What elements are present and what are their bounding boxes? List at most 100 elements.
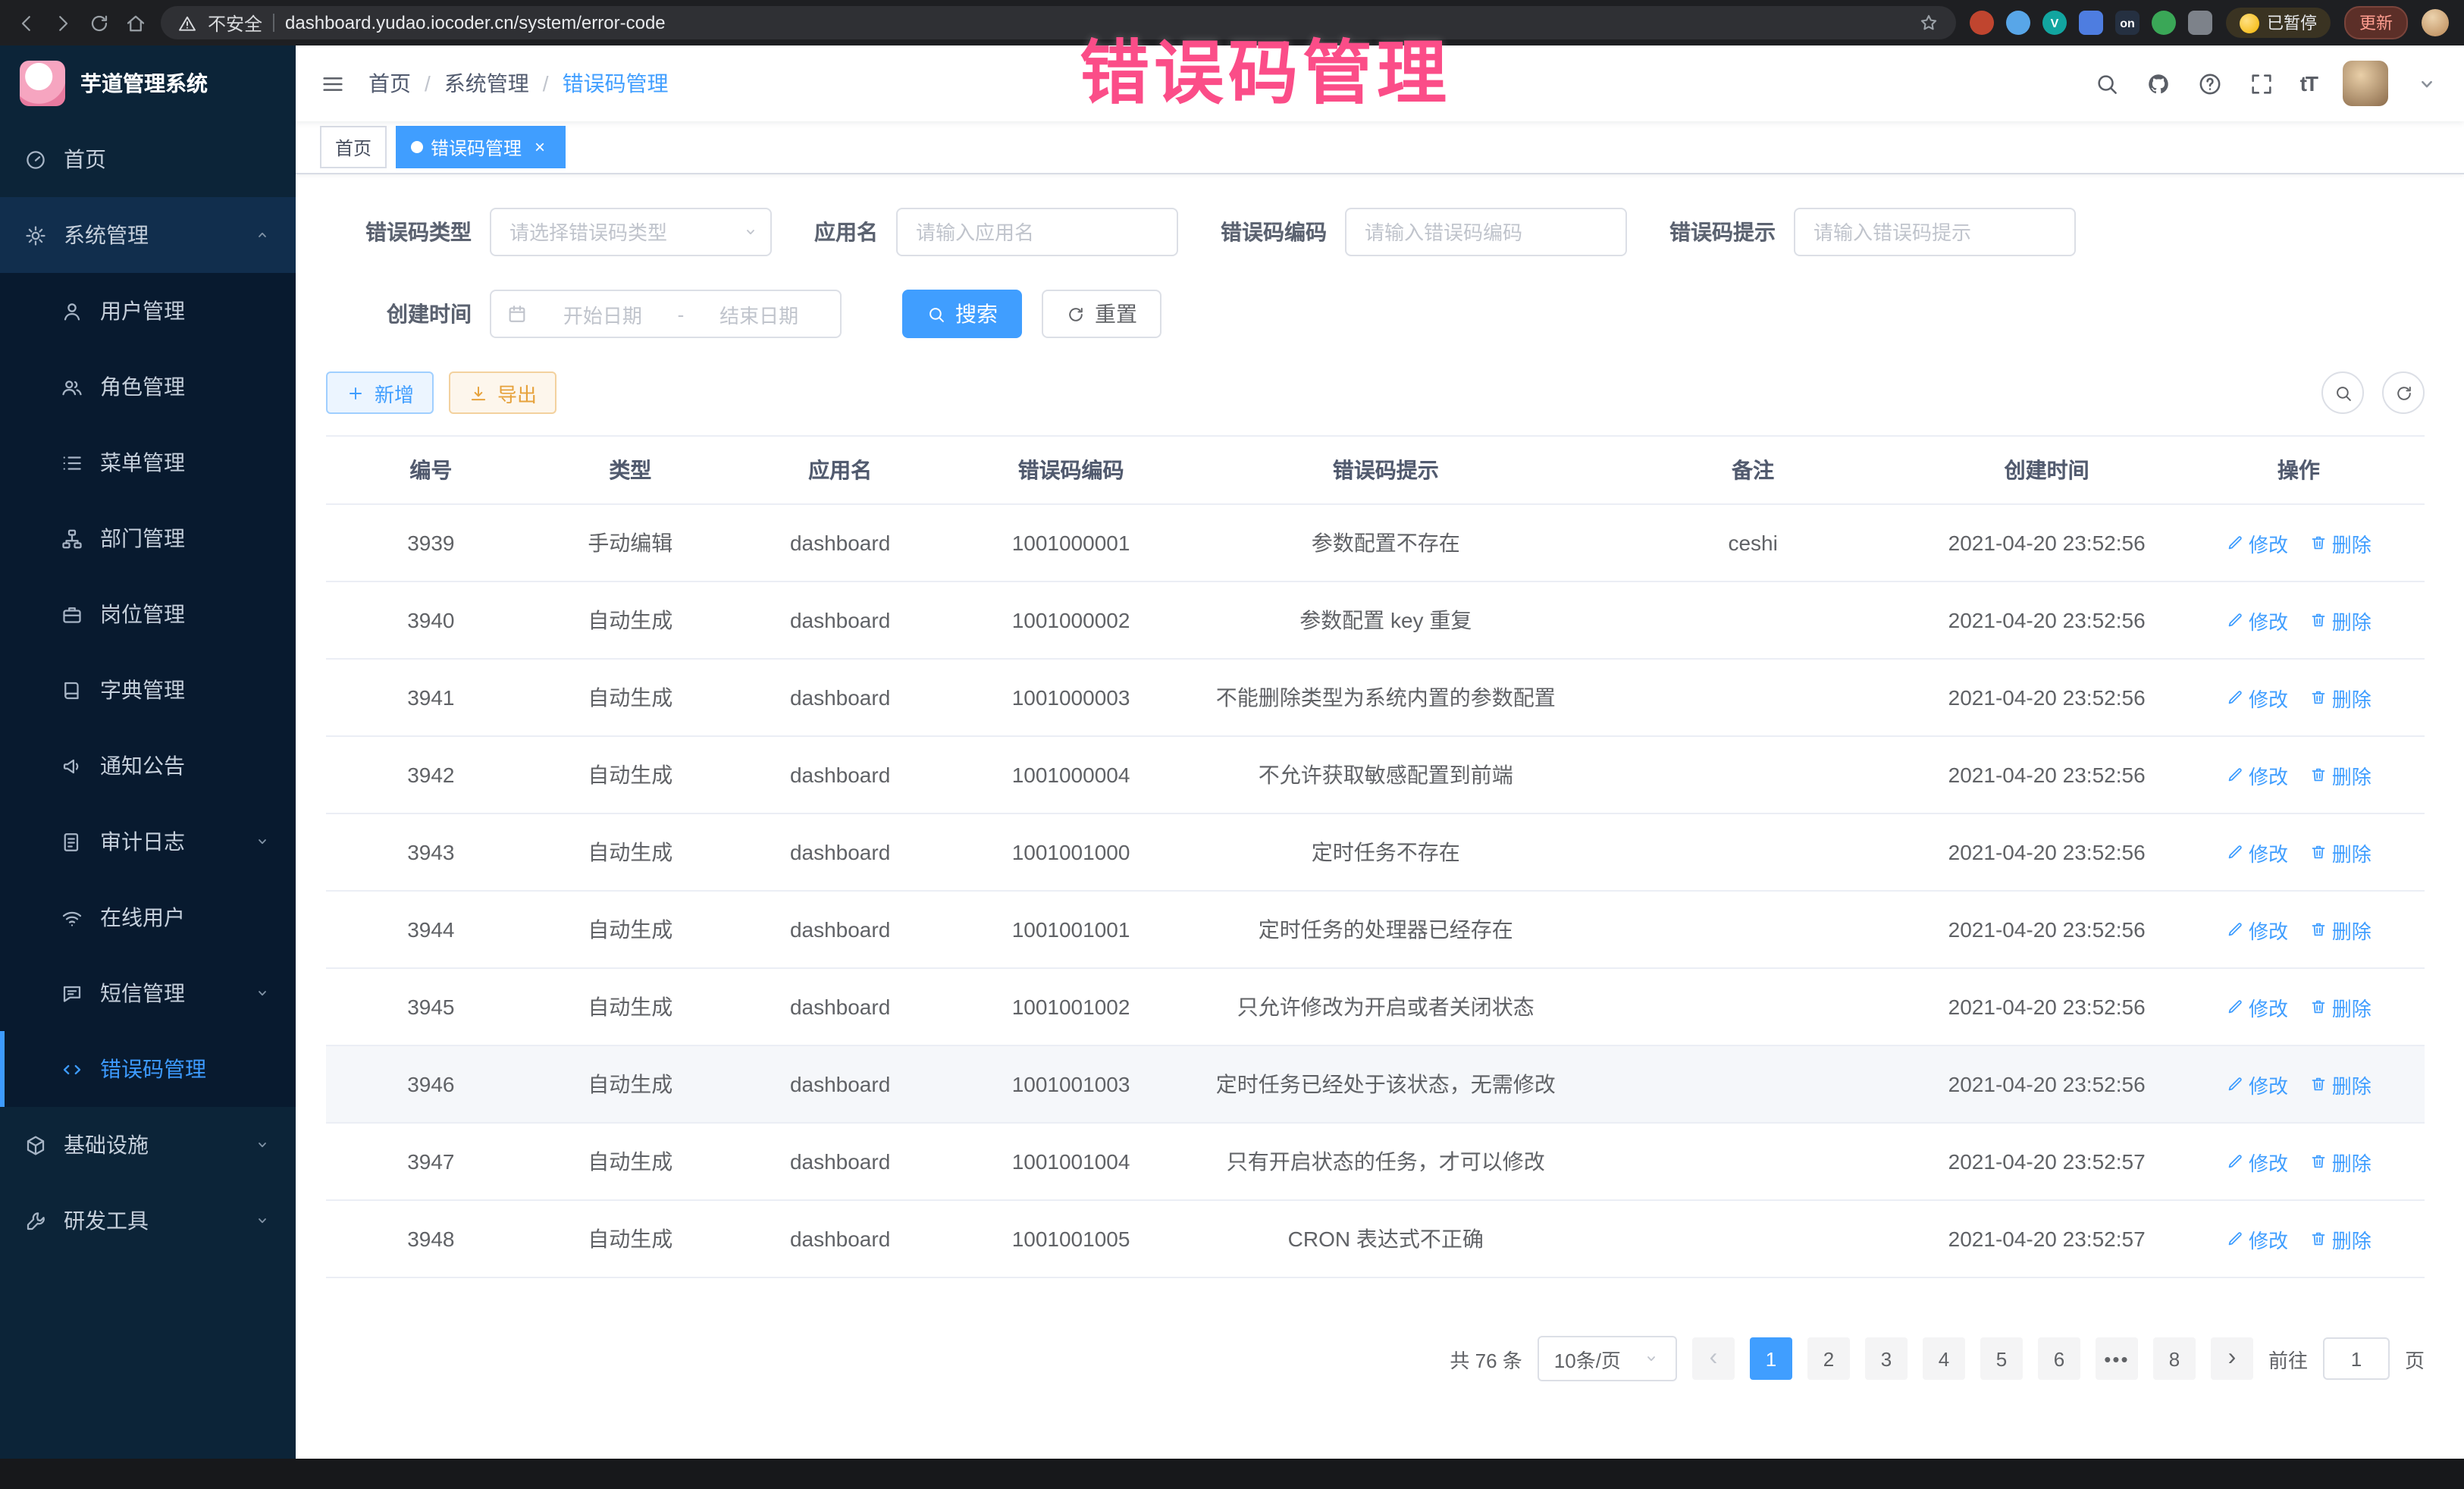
page-button[interactable]: 5 [1980, 1337, 2023, 1380]
edit-link[interactable]: 修改 [2226, 915, 2288, 944]
home-icon[interactable] [124, 11, 147, 34]
filter-input[interactable] [490, 208, 772, 256]
table-row[interactable]: 3948 自动生成 dashboard 1001001005 CRON 表达式不… [326, 1200, 2425, 1277]
delete-link[interactable]: 删除 [2309, 1147, 2372, 1176]
back-icon[interactable] [15, 11, 38, 34]
delete-link[interactable]: 删除 [2309, 683, 2372, 712]
sidebar-menu-item[interactable]: 基础设施 [0, 1107, 296, 1183]
edit-link[interactable]: 修改 [2226, 992, 2288, 1021]
edit-link[interactable]: 修改 [2226, 1224, 2288, 1253]
sidebar-menu-item[interactable]: 首页 [0, 121, 296, 197]
sidebar-menu-item[interactable]: 用户管理 [0, 273, 296, 349]
page-button[interactable]: 1 [1750, 1337, 1792, 1380]
search-icon[interactable] [2094, 71, 2120, 96]
reload-icon[interactable] [88, 11, 111, 34]
edit-link[interactable]: 修改 [2226, 760, 2288, 789]
sidebar-menu-item[interactable]: 短信管理 [0, 955, 296, 1031]
sidebar-menu-item[interactable]: 岗位管理 [0, 576, 296, 652]
filter-input[interactable] [1345, 208, 1627, 256]
extension-icon-lightblue[interactable] [2006, 11, 2030, 35]
extension-icon-teal-v[interactable]: V [2042, 11, 2067, 35]
refresh-table-button[interactable] [2382, 371, 2425, 414]
page-button[interactable]: 2 [1807, 1337, 1850, 1380]
export-button[interactable]: 导出 [449, 371, 556, 414]
edit-link[interactable]: 修改 [2226, 683, 2288, 712]
table-row[interactable]: 3940 自动生成 dashboard 1001000002 参数配置 key … [326, 581, 2425, 659]
sidebar-menu-item[interactable]: 菜单管理 [0, 425, 296, 500]
sidebar-menu-item[interactable]: 字典管理 [0, 652, 296, 728]
table-row[interactable]: 3941 自动生成 dashboard 1001000003 不能删除类型为系统… [326, 659, 2425, 736]
page-size-select[interactable]: 10条/页 [1538, 1336, 1677, 1381]
delete-link[interactable]: 删除 [2309, 992, 2372, 1021]
help-icon[interactable] [2197, 71, 2223, 96]
table-row[interactable]: 3939 手动编辑 dashboard 1001000001 参数配置不存在 c… [326, 504, 2425, 581]
github-icon[interactable] [2146, 71, 2171, 96]
table-row[interactable]: 3943 自动生成 dashboard 1001001000 定时任务不存在 2… [326, 813, 2425, 891]
edit-link[interactable]: 修改 [2226, 1070, 2288, 1099]
sidebar-menu-item[interactable]: 部门管理 [0, 500, 296, 576]
page-button[interactable]: ••• [2096, 1337, 2138, 1380]
sidebar-menu-item[interactable]: 角色管理 [0, 349, 296, 425]
delete-link[interactable]: 删除 [2309, 1224, 2372, 1253]
breadcrumb-item[interactable]: 错误码管理 [563, 68, 669, 99]
filter-input[interactable] [896, 208, 1178, 256]
delete-link[interactable]: 删除 [2309, 606, 2372, 635]
next-page-button[interactable]: › [2211, 1337, 2253, 1380]
add-button[interactable]: 新增 [326, 371, 434, 414]
font-size-icon[interactable]: tT [2300, 71, 2317, 96]
extension-icon-red[interactable] [1970, 11, 1994, 35]
extension-icon-on[interactable]: on [2115, 11, 2140, 35]
table-row[interactable]: 3944 自动生成 dashboard 1001001001 定时任务的处理器已… [326, 891, 2425, 968]
table-row[interactable]: 3945 自动生成 dashboard 1001001002 只允许修改为开启或… [326, 968, 2425, 1045]
filter-input[interactable] [1794, 208, 2076, 256]
edit-link[interactable]: 修改 [2226, 1147, 2288, 1176]
edit-link[interactable]: 修改 [2226, 838, 2288, 867]
forward-icon[interactable] [52, 11, 74, 34]
update-button[interactable]: 更新 [2344, 6, 2408, 39]
sidebar-menu-item[interactable]: 审计日志 [0, 804, 296, 879]
page-button[interactable]: 4 [1923, 1337, 1965, 1380]
sidebar-menu-item[interactable]: 通知公告 [0, 728, 296, 804]
reset-button[interactable]: 重置 [1042, 290, 1161, 338]
page-button[interactable]: 8 [2153, 1337, 2196, 1380]
close-icon[interactable]: × [529, 136, 550, 158]
goto-page-input[interactable] [2323, 1337, 2390, 1380]
date-range-picker[interactable]: 开始日期 - 结束日期 [490, 290, 842, 338]
extension-icon-indigo[interactable] [2079, 11, 2103, 35]
edit-link[interactable]: 修改 [2226, 606, 2288, 635]
sidebar-menu-item[interactable]: 系统管理 [0, 197, 296, 273]
view-tab[interactable]: 错误码管理 × [396, 126, 566, 168]
table-header-row: 编号 类型 应用名 错误码编码 错误码提示 备注 创建时间 操作 [326, 436, 2425, 504]
table-row[interactable]: 3942 自动生成 dashboard 1001000004 不允许获取敏感配置… [326, 736, 2425, 813]
table-row[interactable]: 3946 自动生成 dashboard 1001001003 定时任务已经处于该… [326, 1045, 2425, 1123]
breadcrumb-item[interactable]: 首页 [368, 68, 444, 99]
toggle-search-button[interactable] [2321, 371, 2364, 414]
bookmark-star-icon[interactable] [1918, 12, 1939, 33]
extension-icon-green[interactable] [2152, 11, 2176, 35]
browser-profile-avatar[interactable] [2422, 9, 2449, 36]
logo-row[interactable]: 芋道管理系统 [0, 45, 296, 121]
fullscreen-icon[interactable] [2249, 71, 2274, 96]
sidebar-menu-item[interactable]: 研发工具 [0, 1183, 296, 1259]
delete-link[interactable]: 删除 [2309, 838, 2372, 867]
search-button[interactable]: 搜索 [902, 290, 1022, 338]
table-row[interactable]: 3947 自动生成 dashboard 1001001004 只有开启状态的任务… [326, 1123, 2425, 1200]
page-button[interactable]: 6 [2038, 1337, 2080, 1380]
paused-badge[interactable]: 已暂停 [2226, 8, 2331, 38]
delete-link[interactable]: 删除 [2309, 528, 2372, 557]
view-tab[interactable]: 首页 × [320, 126, 387, 168]
extension-puzzle-icon[interactable] [2188, 11, 2212, 35]
sidebar-menu-item[interactable]: 错误码管理 [0, 1031, 296, 1107]
breadcrumb-item[interactable]: 系统管理 [444, 68, 563, 99]
user-avatar[interactable] [2343, 61, 2388, 106]
delete-link[interactable]: 删除 [2309, 1070, 2372, 1099]
delete-link[interactable]: 删除 [2309, 915, 2372, 944]
address-bar[interactable]: 不安全 dashboard.yudao.iocoder.cn/system/er… [161, 6, 1956, 39]
edit-link[interactable]: 修改 [2226, 528, 2288, 557]
hamburger-icon[interactable] [320, 71, 346, 96]
delete-link[interactable]: 删除 [2309, 760, 2372, 789]
caret-down-icon[interactable] [2414, 71, 2440, 96]
prev-page-button[interactable]: ‹ [1692, 1337, 1735, 1380]
page-button[interactable]: 3 [1865, 1337, 1908, 1380]
sidebar-menu-item[interactable]: 在线用户 [0, 879, 296, 955]
